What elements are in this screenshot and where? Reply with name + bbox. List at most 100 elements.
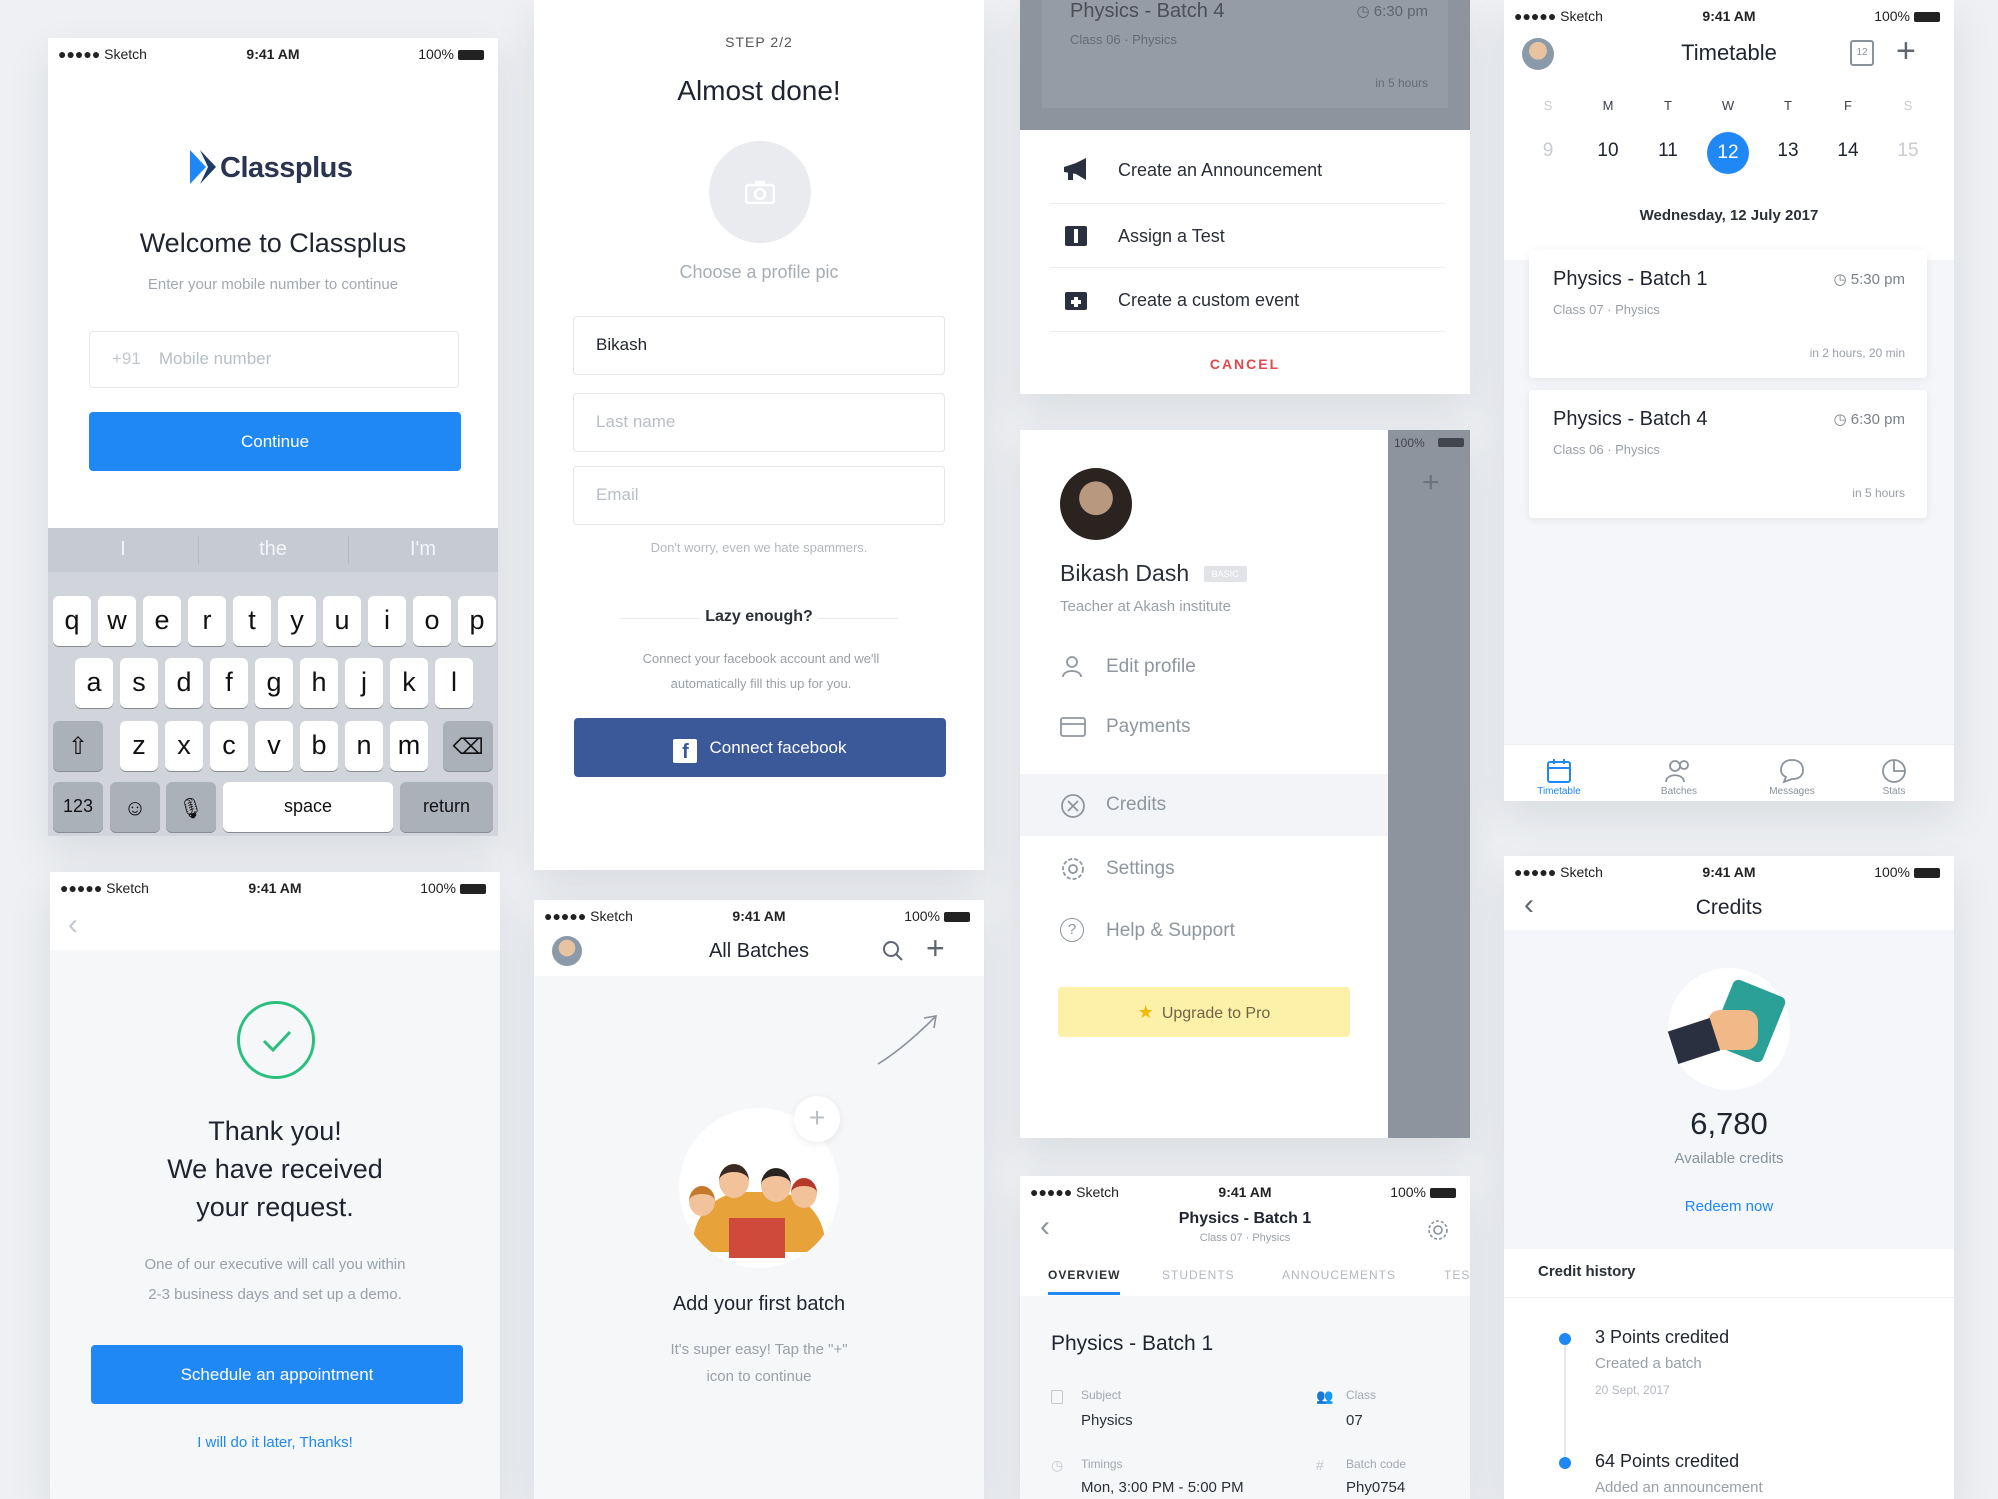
add-button[interactable]: + xyxy=(1896,32,1916,71)
suggestion-1[interactable]: I xyxy=(48,538,198,561)
key-v[interactable]: v xyxy=(255,721,293,771)
key-x[interactable]: x xyxy=(165,721,203,771)
upgrade-pro-button[interactable]: ★ Upgrade to Pro xyxy=(1058,987,1350,1037)
entry-desc: Created a batch xyxy=(1595,1355,1702,1372)
drawer-item-help[interactable]: ? Help & Support xyxy=(1020,904,1470,956)
suggestion-2[interactable]: the xyxy=(198,538,348,561)
microphone-key[interactable]: 🎙 xyxy=(166,782,216,832)
facebook-icon: f xyxy=(673,739,698,763)
tab-students[interactable]: STUDENTS xyxy=(1162,1268,1235,1282)
tab-batches[interactable]: Batches xyxy=(1639,754,1719,797)
avatar[interactable] xyxy=(1060,468,1132,540)
calendar-icon: 12 xyxy=(1856,47,1868,58)
key-j[interactable]: j xyxy=(345,658,383,708)
weekday-label: M xyxy=(1602,98,1614,113)
drawer-item-edit-profile[interactable]: Edit profile xyxy=(1020,640,1470,692)
backspace-key[interactable]: ⌫ xyxy=(443,721,493,771)
drawer-item-payments[interactable]: Payments xyxy=(1020,700,1470,752)
last-name-field[interactable]: Last name xyxy=(573,393,945,452)
page-title: Credits xyxy=(1695,896,1763,919)
key-p[interactable]: p xyxy=(458,596,496,646)
return-key[interactable]: return xyxy=(400,782,493,832)
key-n[interactable]: n xyxy=(345,721,383,771)
back-chevron-icon[interactable]: ‹ xyxy=(68,908,78,942)
detail-label: Timings xyxy=(1081,1457,1123,1471)
date-cell[interactable]: 14 xyxy=(1818,140,1878,162)
key-h[interactable]: h xyxy=(300,658,338,708)
history-entry[interactable]: 64 Points credited Added an announcement xyxy=(1504,1451,1954,1499)
key-m[interactable]: m xyxy=(390,721,428,771)
later-link[interactable]: I will do it later, Thanks! xyxy=(50,1434,500,1451)
key-a[interactable]: a xyxy=(75,658,113,708)
email-field[interactable]: Email xyxy=(573,466,945,525)
thank-you-body-line: One of our executive will call you withi… xyxy=(144,1256,406,1273)
date-cell[interactable]: 11 xyxy=(1638,140,1698,162)
date-cell[interactable]: 15 xyxy=(1878,140,1938,162)
tab-stats[interactable]: Stats xyxy=(1854,754,1934,797)
drawer-item-label: Help & Support xyxy=(1106,920,1235,941)
key-t[interactable]: t xyxy=(233,596,271,646)
numbers-key[interactable]: 123 xyxy=(53,782,103,832)
shift-key[interactable]: ⇧ xyxy=(53,721,103,771)
action-assign-test[interactable]: Assign a Test xyxy=(1050,212,1445,268)
key-z[interactable]: z xyxy=(120,721,158,771)
tab-tests[interactable]: TES xyxy=(1444,1268,1470,1282)
key-q[interactable]: q xyxy=(53,596,91,646)
dimmed-overlay: Physics - Batch 4 ◷ 6:30 pm Class 06 · P… xyxy=(1020,0,1470,130)
event-card[interactable]: Physics - Batch 4 ◷ 6:30 pm Class 06 · P… xyxy=(1529,390,1927,518)
search-button[interactable] xyxy=(882,940,904,967)
drawer-item-label: Settings xyxy=(1106,858,1175,879)
action-create-announcement[interactable]: Create an Announcement xyxy=(1050,148,1445,204)
battery-text: 100% xyxy=(1874,8,1910,24)
key-l[interactable]: l xyxy=(435,658,473,708)
history-entry[interactable]: 3 Points credited Created a batch 20 Sep… xyxy=(1504,1327,1954,1407)
key-e[interactable]: e xyxy=(143,596,181,646)
date-cell[interactable]: 9 xyxy=(1518,140,1578,162)
key-w[interactable]: w xyxy=(98,596,136,646)
key-u[interactable]: u xyxy=(323,596,361,646)
calendar-button[interactable]: 12 xyxy=(1850,40,1874,66)
key-i[interactable]: i xyxy=(368,596,406,646)
tab-messages[interactable]: Messages xyxy=(1752,754,1832,797)
key-g[interactable]: g xyxy=(255,658,293,708)
card-icon xyxy=(1060,716,1086,744)
date-cell[interactable]: 10 xyxy=(1578,140,1638,162)
key-f[interactable]: f xyxy=(210,658,248,708)
key-s[interactable]: s xyxy=(120,658,158,708)
calendar-plus-icon xyxy=(1065,292,1087,310)
history-divider xyxy=(1504,1297,1954,1298)
schedule-appointment-button[interactable]: Schedule an appointment xyxy=(91,1345,463,1404)
date-cell[interactable]: 13 xyxy=(1758,140,1818,162)
suggestion-3[interactable]: I'm xyxy=(348,538,498,561)
drawer-item-settings[interactable]: Settings xyxy=(1020,842,1470,894)
profile-pic-button[interactable] xyxy=(709,141,811,243)
key-o[interactable]: o xyxy=(413,596,451,646)
tab-overview[interactable]: OVERVIEW xyxy=(1048,1268,1121,1295)
key-k[interactable]: k xyxy=(390,658,428,708)
key-r[interactable]: r xyxy=(188,596,226,646)
key-y[interactable]: y xyxy=(278,596,316,646)
connect-facebook-button[interactable]: f Connect facebook xyxy=(574,718,946,777)
add-batch-button[interactable]: + xyxy=(926,930,945,967)
tab-announcements[interactable]: ANNOUCEMENTS xyxy=(1282,1268,1396,1282)
event-card[interactable]: Physics - Batch 1 ◷ 5:30 pm Class 07 · P… xyxy=(1529,250,1927,378)
emoji-key[interactable]: ☺ xyxy=(110,782,160,832)
redeem-now-link[interactable]: Redeem now xyxy=(1504,1198,1954,1215)
battery: 100% xyxy=(904,908,970,924)
mobile-number-field[interactable]: +91 Mobile number xyxy=(89,331,459,388)
add-circle-button[interactable]: + xyxy=(794,1096,840,1142)
settings-button[interactable] xyxy=(1426,1218,1450,1247)
key-d[interactable]: d xyxy=(165,658,203,708)
drawer-item-credits[interactable]: Credits xyxy=(1020,774,1388,836)
space-key[interactable]: space xyxy=(223,782,393,832)
action-custom-event[interactable]: Create a custom event xyxy=(1050,276,1445,332)
first-name-field[interactable]: Bikash xyxy=(573,316,945,375)
cancel-button[interactable]: CANCEL xyxy=(1020,356,1470,372)
tab-timetable[interactable]: Timetable xyxy=(1519,754,1599,797)
drawer-backdrop[interactable]: 100% + xyxy=(1388,430,1470,1138)
credits-icon xyxy=(1060,793,1086,825)
continue-button[interactable]: Continue xyxy=(89,412,461,471)
date-cell-selected[interactable]: 12 xyxy=(1707,132,1749,174)
key-c[interactable]: c xyxy=(210,721,248,771)
key-b[interactable]: b xyxy=(300,721,338,771)
